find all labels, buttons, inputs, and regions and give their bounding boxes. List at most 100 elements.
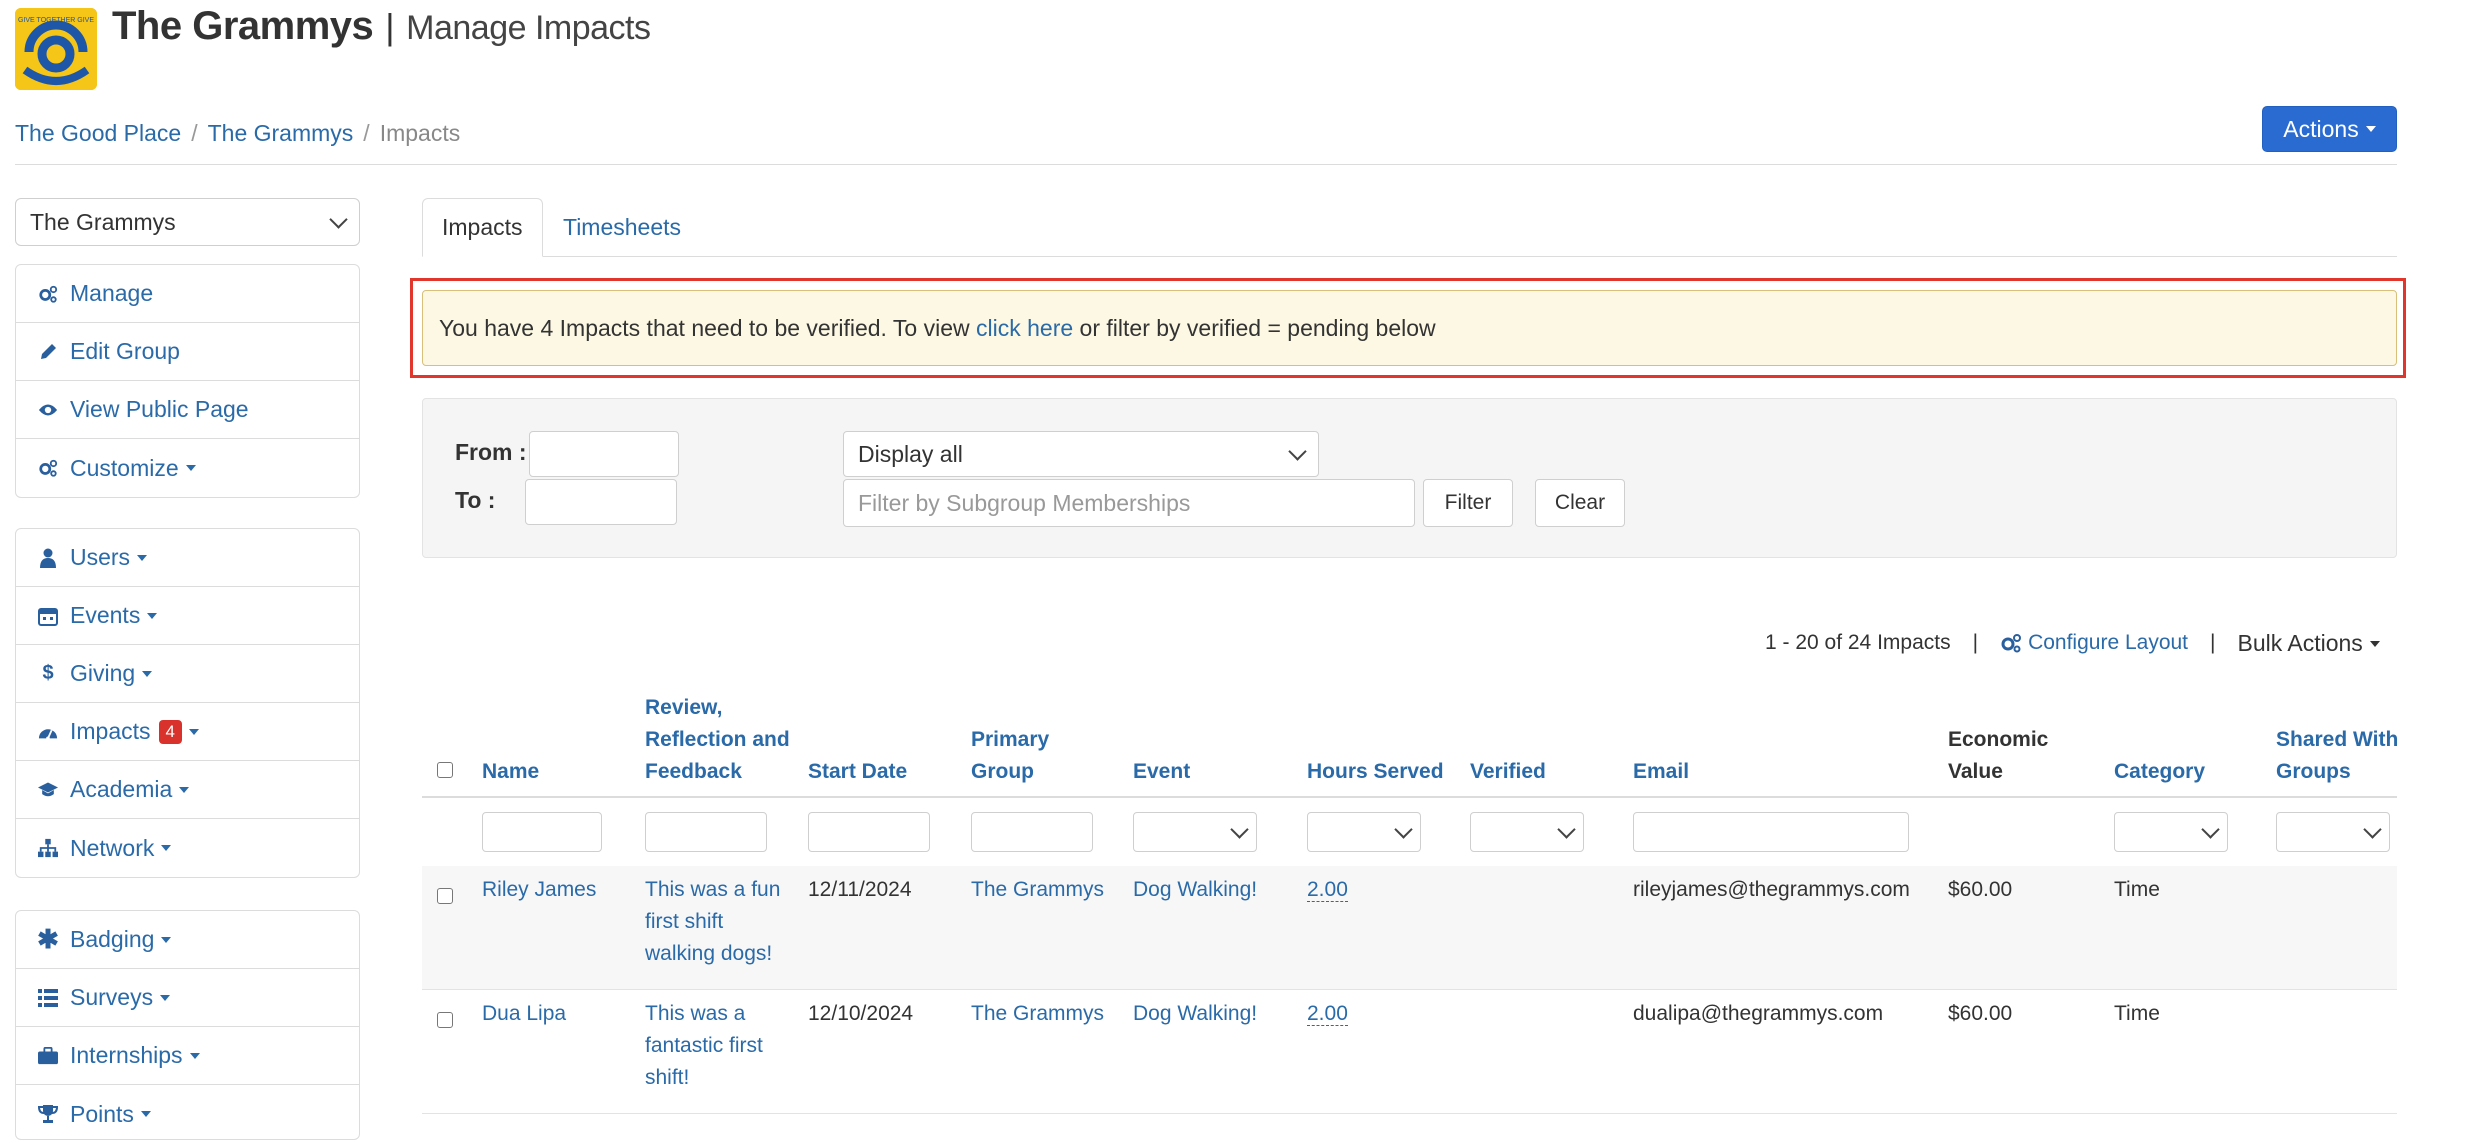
sidebar-item-internships[interactable]: Internships (16, 1027, 359, 1085)
sidebar-item-label: Customize (70, 454, 179, 481)
column-header-shared-with-groups[interactable]: Shared With Groups (2276, 724, 2398, 788)
cell-review-link[interactable]: This was a fun first shift walking dogs! (645, 874, 780, 970)
sidebar-item-edit-group[interactable]: Edit Group (16, 323, 359, 381)
column-header-line: Shared With (2276, 728, 2399, 751)
sidebar-item-customize[interactable]: Customize (16, 439, 359, 497)
from-date-input[interactable] (529, 431, 679, 477)
chevron-down-icon (1394, 819, 1413, 839)
sidebar-item-label: Surveys (70, 984, 154, 1010)
column-header-hours-served[interactable]: Hours Served (1307, 756, 1444, 788)
column-header-line: Feedback (645, 760, 742, 783)
column-header-verified[interactable]: Verified (1470, 756, 1546, 788)
tab-label: Impacts (442, 214, 523, 240)
verified-column-filter[interactable] (1470, 812, 1584, 852)
category-column-filter[interactable] (2114, 812, 2228, 852)
cell-name-link[interactable]: Riley James (482, 874, 596, 906)
cell-start-date: 12/10/2024 (808, 1002, 914, 1025)
cell-line: shift! (645, 1066, 690, 1089)
display-select[interactable]: Display all (843, 431, 1319, 477)
cell-category: Time (2114, 878, 2160, 901)
name-column-filter[interactable] (482, 812, 602, 852)
cell-hours-served[interactable]: 2.00 (1307, 874, 1348, 906)
bulk-actions-label: Bulk Actions (2237, 629, 2363, 656)
shared-groups-column-filter[interactable] (2276, 812, 2390, 852)
sidebar-item-network[interactable]: Network (16, 819, 359, 877)
chevron-down-icon (2363, 819, 2382, 839)
configure-layout-link[interactable]: Configure Layout (2000, 631, 2188, 655)
sidebar-item-label: View Public Page (70, 396, 249, 422)
group-select[interactable]: The Grammys (15, 198, 360, 246)
breadcrumb: The Good Place / The Grammys / Impacts (15, 120, 460, 147)
alert-click-here-link[interactable]: click here (976, 315, 1073, 342)
clear-button[interactable]: Clear (1535, 479, 1625, 527)
subgroup-filter-input[interactable]: Filter by Subgroup Memberships (843, 479, 1415, 527)
sidebar-item-surveys[interactable]: Surveys (16, 969, 359, 1027)
sidebar-item-impacts[interactable]: Impacts 4 (16, 703, 359, 761)
org-name: The Grammys (112, 4, 374, 48)
user-icon (38, 548, 58, 568)
eye-icon (38, 400, 58, 420)
sidebar-item-label: Academia (70, 776, 173, 802)
caret-down-icon (2365, 126, 2376, 132)
hours-value[interactable]: 2.00 (1307, 878, 1348, 902)
column-header-line: Value (1948, 760, 2003, 783)
caret-down-icon (2369, 641, 2380, 648)
column-header-review[interactable]: Review, Reflection and Feedback (645, 692, 790, 788)
to-date-input[interactable] (525, 479, 677, 525)
caret-down-icon (161, 845, 172, 851)
column-header-event[interactable]: Event (1133, 756, 1190, 788)
cell-hours-served[interactable]: 2.00 (1307, 998, 1348, 1030)
column-header-start-date[interactable]: Start Date (808, 756, 907, 788)
cell-category: Time (2114, 1002, 2160, 1025)
cell-economic-value: $60.00 (1948, 1002, 2013, 1025)
sidebar-item-giving[interactable]: $ Giving (16, 645, 359, 703)
tab-timesheets[interactable]: Timesheets (544, 198, 700, 256)
caret-down-icon (189, 728, 199, 735)
sidebar-item-events[interactable]: Events (16, 587, 359, 645)
sidebar-item-manage[interactable]: Manage (16, 265, 359, 323)
caret-down-icon (179, 786, 190, 793)
cell-event-link[interactable]: Dog Walking! (1133, 874, 1257, 906)
event-column-filter[interactable] (1133, 812, 1257, 852)
column-header-email[interactable]: Email (1633, 756, 1689, 788)
actions-button[interactable]: Actions (2262, 106, 2397, 152)
title-separator: | (385, 6, 395, 47)
filter-button[interactable]: Filter (1423, 479, 1513, 527)
primary-group-column-filter[interactable] (971, 812, 1093, 852)
bulk-actions-dropdown[interactable]: Bulk Actions (2238, 630, 2380, 657)
start-date-column-filter[interactable] (808, 812, 930, 852)
select-all-checkbox[interactable] (437, 762, 453, 778)
column-header-line: Reflection and (645, 728, 790, 751)
row-checkbox[interactable] (437, 1012, 453, 1028)
sidebar-item-users[interactable]: Users (16, 529, 359, 587)
tab-impacts[interactable]: Impacts (422, 198, 543, 257)
sidebar-item-label: Edit Group (70, 338, 180, 364)
row-checkbox[interactable] (437, 888, 453, 904)
dollar-icon: $ (42, 662, 54, 684)
cell-event-link[interactable]: Dog Walking! (1133, 998, 1257, 1030)
breadcrumb-grammys[interactable]: The Grammys (208, 120, 354, 146)
cell-review-link[interactable]: This was a fantastic first shift! (645, 998, 763, 1094)
email-column-filter[interactable] (1633, 812, 1909, 852)
trophy-icon (38, 1104, 58, 1124)
hours-value[interactable]: 2.00 (1307, 1002, 1348, 1026)
table-toolbar: 1 - 20 of 24 Impacts | Configure Layout … (1765, 628, 2380, 658)
sidebar-item-badging[interactable]: ✱ Badging (16, 911, 359, 969)
breadcrumb-good-place[interactable]: The Good Place (15, 120, 181, 146)
cell-primary-group-link[interactable]: The Grammys (971, 874, 1104, 906)
cell-start-date: 12/11/2024 (808, 878, 912, 901)
caret-down-icon (140, 1111, 151, 1117)
cell-primary-group-link[interactable]: The Grammys (971, 998, 1104, 1030)
cell-name-link[interactable]: Dua Lipa (482, 998, 566, 1030)
sidebar-item-academia[interactable]: Academia (16, 761, 359, 819)
column-header-name[interactable]: Name (482, 756, 539, 788)
column-header-primary-group[interactable]: Primary Group (971, 724, 1049, 788)
sidebar-item-points[interactable]: Points (16, 1085, 359, 1143)
review-column-filter[interactable] (645, 812, 767, 852)
sidebar-item-view-public-page[interactable]: View Public Page (16, 381, 359, 439)
column-header-line: Name (482, 760, 540, 783)
column-header-category[interactable]: Category (2114, 756, 2205, 788)
hours-column-filter[interactable] (1307, 812, 1421, 852)
column-header-line: Review, (645, 696, 723, 719)
caret-down-icon (137, 554, 148, 561)
